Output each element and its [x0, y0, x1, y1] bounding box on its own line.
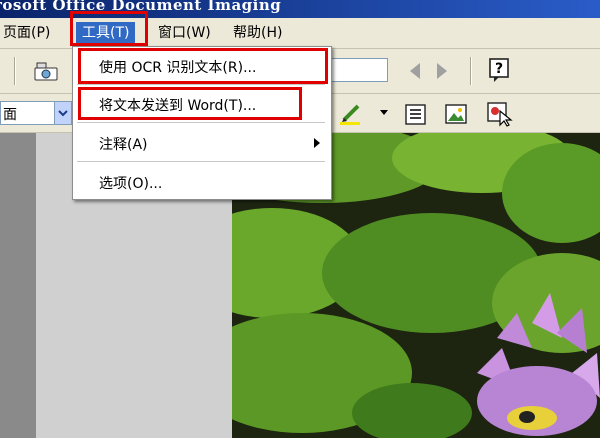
- toolbar-separator: [470, 57, 472, 85]
- menu-page[interactable]: 页面(P): [3, 22, 50, 44]
- previous-page-icon[interactable]: [408, 62, 422, 80]
- zoom-select[interactable]: 面: [0, 101, 72, 125]
- tools-menu-highlight: [70, 11, 148, 46]
- text-box-icon[interactable]: [404, 102, 428, 126]
- menu-item-annotations[interactable]: 注释(A): [99, 134, 148, 154]
- menu-separator: [77, 84, 325, 85]
- menu-separator: [77, 122, 325, 123]
- next-page-icon[interactable]: [435, 62, 449, 80]
- send-to-word-item-highlight: [78, 87, 302, 120]
- menu-separator: [77, 161, 325, 162]
- help-icon[interactable]: ?: [488, 57, 512, 83]
- dropdown-arrow-icon[interactable]: [379, 109, 389, 117]
- zoom-select-arrow[interactable]: [54, 102, 71, 124]
- scan-camera-icon[interactable]: [34, 60, 60, 84]
- highlighter-pen-icon[interactable]: [338, 102, 364, 126]
- zoom-select-value: 面: [3, 107, 17, 123]
- submenu-arrow-icon: [314, 138, 320, 148]
- select-picture-cursor-icon[interactable]: [486, 101, 514, 127]
- ocr-item-highlight: [78, 48, 328, 84]
- menu-item-options[interactable]: 选项(O)...: [99, 173, 162, 193]
- chevron-down-icon: [58, 110, 68, 117]
- thumbnail-pane[interactable]: [0, 133, 36, 438]
- insert-picture-icon[interactable]: [444, 102, 468, 126]
- page-number-input[interactable]: [326, 58, 388, 82]
- menu-window[interactable]: 窗口(W): [158, 22, 211, 44]
- svg-text:?: ?: [495, 61, 503, 77]
- menu-help[interactable]: 帮助(H): [233, 22, 282, 44]
- toolbar-separator: [14, 57, 16, 85]
